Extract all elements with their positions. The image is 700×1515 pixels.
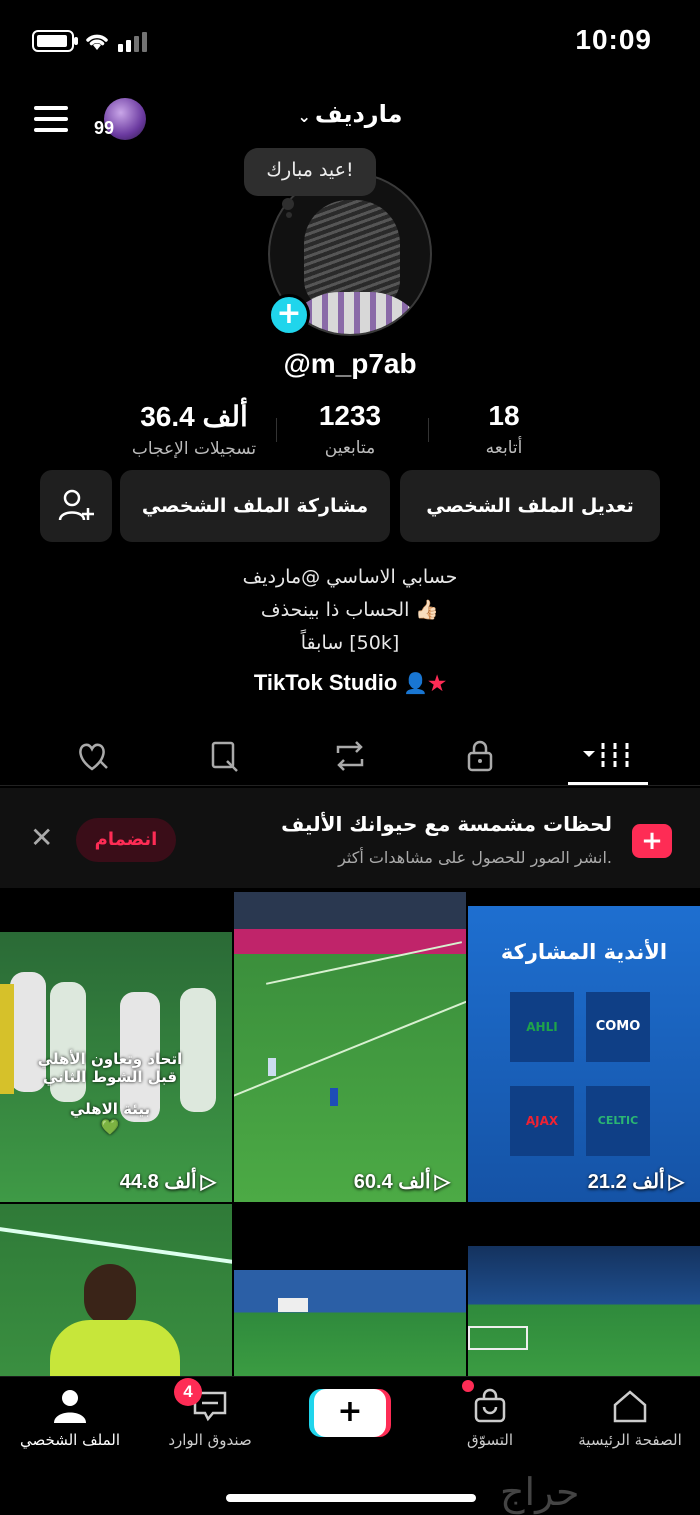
view-count: 44.8 ألف ▷ xyxy=(119,1171,216,1193)
active-tab-indicator xyxy=(568,782,648,785)
tab-favorites[interactable] xyxy=(184,726,264,786)
account-name: ماردیف xyxy=(314,100,403,128)
play-icon: ▷ xyxy=(434,1171,450,1193)
studio-icon: 👤★ xyxy=(403,673,447,695)
video-thumbnail[interactable] xyxy=(234,1270,466,1376)
close-icon[interactable]: ✕ xyxy=(30,824,53,852)
nav-label: الصفحة الرئيسية xyxy=(578,1431,682,1449)
promo-banner[interactable]: لحظات مشمسة مع حيوانك الأليف انشر الصور … xyxy=(0,788,700,888)
account-switcher[interactable]: ⌄ ماردیف xyxy=(0,100,700,128)
tab-liked[interactable] xyxy=(52,726,132,786)
status-bar: 10:09 xyxy=(0,0,700,86)
play-icon: ▷ xyxy=(200,1171,216,1193)
club-logo: AHLI xyxy=(510,992,574,1062)
nav-inbox[interactable]: صندوق الوارد xyxy=(140,1377,280,1487)
nav-home[interactable]: الصفحة الرئيسية xyxy=(560,1377,700,1487)
home-icon xyxy=(613,1390,647,1423)
add-friend-button[interactable] xyxy=(40,470,112,542)
bubble-tail-small xyxy=(286,212,292,218)
club-logo: COMO xyxy=(586,992,650,1062)
promo-title: لحظات مشمسة مع حيوانك الأليف xyxy=(281,812,612,836)
lock-icon xyxy=(467,740,493,772)
grid-icon xyxy=(583,743,629,769)
create-button[interactable]: + xyxy=(314,1389,386,1437)
chevron-down-icon: ⌄ xyxy=(297,107,311,126)
profile-tabs xyxy=(0,726,700,786)
play-icon: ▷ xyxy=(668,1171,684,1193)
tab-private[interactable] xyxy=(440,726,520,786)
view-count: 60.4 ألف ▷ xyxy=(353,1171,450,1193)
add-user-icon xyxy=(58,489,94,521)
watermark: حراج xyxy=(500,1470,580,1514)
studio-label: TikTok Studio xyxy=(253,670,398,695)
battery-tip xyxy=(74,37,78,45)
signal-icon xyxy=(118,32,147,52)
join-button[interactable]: انضمام xyxy=(76,818,176,862)
stat-likes[interactable]: 36.4 ألف تسجيلات الإعجاب xyxy=(94,400,294,459)
stat-label: تسجيلات الإعجاب xyxy=(131,439,257,459)
nav-profile[interactable]: الملف الشخصي xyxy=(0,1377,140,1487)
username: @m_p7ab xyxy=(283,348,417,379)
bubble-tail xyxy=(282,198,294,210)
shopping-bag-icon xyxy=(474,1388,506,1423)
video-thumbnail[interactable]: الأندية المشاركة AHLI COMO AJAX CELTIC 2… xyxy=(468,906,700,1202)
video-thumbnail[interactable] xyxy=(0,1204,232,1376)
thumbnail-caption: الأندية المشاركة xyxy=(500,940,668,964)
tab-reposts[interactable] xyxy=(310,726,390,786)
thumbnail-caption: اتحاد وتعاون الأهلي قبل الشوط الثاني xyxy=(37,1050,183,1086)
add-story-icon[interactable]: + xyxy=(268,294,310,336)
home-indicator[interactable] xyxy=(226,1494,476,1502)
edit-profile-button[interactable]: تعديل الملف الشخصي xyxy=(400,470,660,542)
battery-icon xyxy=(32,30,74,52)
inbox-badge: 4 xyxy=(174,1378,202,1406)
club-logo: AJAX xyxy=(510,1086,574,1156)
wifi-icon xyxy=(86,34,108,50)
bookmark-icon xyxy=(211,741,238,772)
notification-dot xyxy=(462,1380,474,1392)
share-profile-button[interactable]: مشاركة الملف الشخصي xyxy=(120,470,390,542)
thumbnail-caption: بيئة الاهلي 💚 xyxy=(69,1100,151,1136)
video-thumbnail[interactable]: 60.4 ألف ▷ xyxy=(234,892,466,1202)
nav-label: التسوّق xyxy=(466,1431,514,1449)
bio-line: الحساب ذا بينحذف 👍🏻 xyxy=(260,599,440,621)
create-plus-icon: + xyxy=(632,824,672,858)
club-logo: CELTIC xyxy=(586,1086,650,1156)
repost-icon xyxy=(336,741,364,771)
profile-icon xyxy=(54,1390,86,1423)
bio-line: سابقاً [50k] xyxy=(300,632,400,654)
nav-label: صندوق الوارد xyxy=(168,1431,252,1449)
tab-videos[interactable] xyxy=(568,726,648,786)
video-thumbnail[interactable]: اتحاد وتعاون الأهلي قبل الشوط الثاني بيئ… xyxy=(0,932,232,1202)
note-bubble[interactable]: عيد مبارك! xyxy=(244,148,376,196)
stat-value: 36.4 ألف xyxy=(140,401,248,432)
tiktok-studio-link[interactable]: TikTok Studio 👤★ xyxy=(0,670,700,696)
bio-line: حسابي الاساسي @ماردیف xyxy=(242,566,458,588)
view-count: 21.2 ألف ▷ xyxy=(587,1171,684,1193)
video-thumbnail[interactable] xyxy=(468,1246,700,1376)
hidden-heart-icon xyxy=(79,743,108,771)
nav-label: الملف الشخصي xyxy=(20,1431,120,1449)
promo-subtitle: انشر الصور للحصول على مشاهدات أكثر. xyxy=(338,848,612,867)
status-time: 10:09 xyxy=(575,24,652,55)
